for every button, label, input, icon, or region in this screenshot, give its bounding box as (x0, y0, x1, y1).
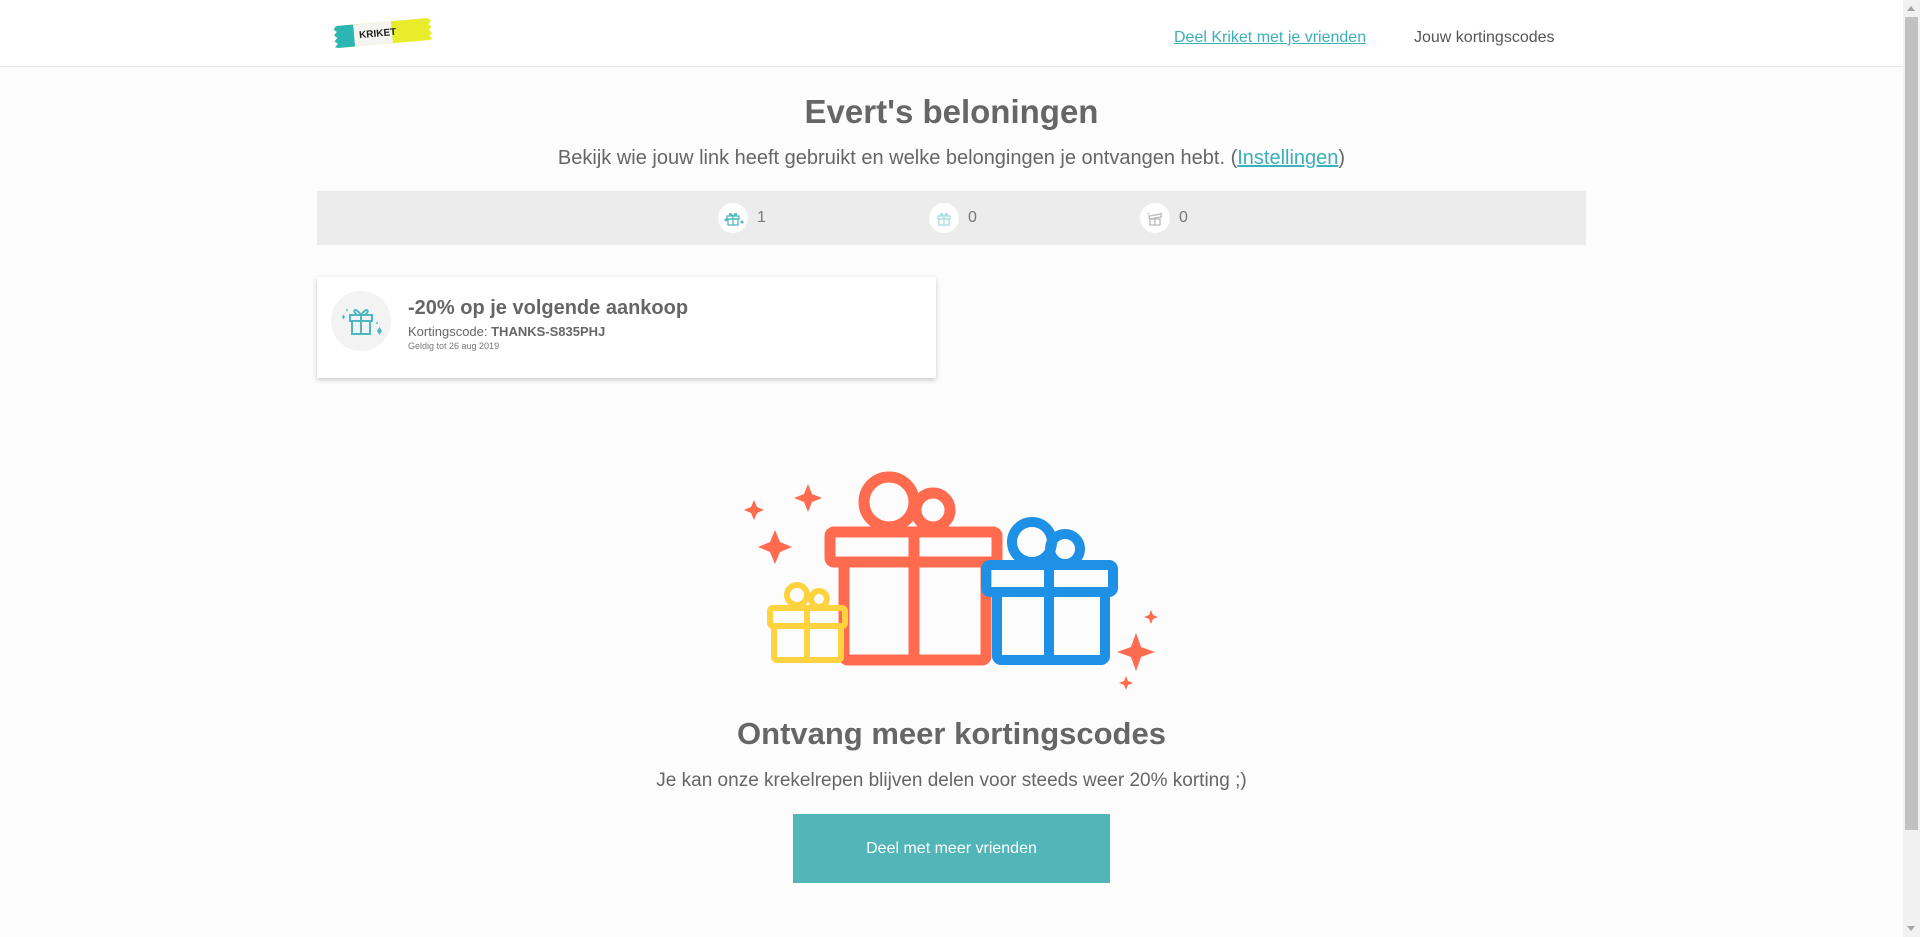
gift-sparkle-icon (331, 291, 391, 351)
gift-sparkle-icon (718, 203, 748, 233)
reward-valid-until: Geldig tot 26 aug 2019 (408, 341, 500, 351)
reward-code-line: Kortingscode: THANKS-S835PHJ (408, 324, 605, 339)
scroll-down-arrow-icon[interactable] (1907, 926, 1915, 931)
reward-code[interactable]: THANKS-S835PHJ (491, 324, 605, 339)
reward-code-label: Kortingscode: (408, 324, 492, 339)
stat-value: 0 (1179, 209, 1188, 226)
gift-open-icon (1140, 203, 1170, 233)
cta-title: Ontvang meer kortingscodes (737, 716, 1166, 751)
gifts-illustration (744, 471, 1158, 690)
top-navigation-bar: KRIKET Deel Kriket met je vrienden Jouw … (0, 0, 1903, 67)
stat-value: 0 (968, 209, 977, 226)
page-subtitle: Bekijk wie jouw link heeft gebruikt en w… (0, 147, 1903, 170)
stat-rewards-used: 0 (1140, 203, 1188, 233)
page-subtitle-close: ) (1338, 147, 1346, 169)
page-subtitle-text: Bekijk wie jouw link heeft gebruikt en w… (557, 147, 1238, 169)
settings-link[interactable]: Instellingen (1237, 147, 1338, 169)
nav-discount-codes-link[interactable]: Jouw kortingscodes (1414, 29, 1555, 47)
scroll-up-arrow-icon[interactable] (1907, 6, 1915, 11)
stat-rewards-pending: 0 (929, 203, 977, 233)
reward-card[interactable]: -20% op je volgende aankoop Kortingscode… (317, 277, 936, 378)
reward-title: -20% op je volgende aankoop (408, 297, 689, 319)
share-more-friends-button[interactable]: Deel met meer vrienden (793, 814, 1110, 883)
blue-gift-icon (981, 517, 1118, 665)
rewards-stats-bar: 1 0 0 (317, 191, 1586, 245)
stat-rewards-received: 1 (718, 203, 766, 233)
stat-value: 1 (757, 209, 766, 226)
scrollbar-thumb[interactable] (1905, 17, 1918, 830)
red-gift-icon (824, 471, 1003, 666)
vertical-scrollbar[interactable] (1903, 0, 1920, 937)
kriket-logo[interactable]: KRIKET (334, 15, 432, 51)
gift-icon (929, 203, 959, 233)
yellow-gift-icon (767, 582, 848, 663)
cta-subtitle: Je kan onze krekelrepen blijven delen vo… (656, 770, 1247, 791)
page-title: Evert's beloningen (804, 93, 1099, 130)
nav-share-link[interactable]: Deel Kriket met je vrienden (1174, 29, 1366, 47)
